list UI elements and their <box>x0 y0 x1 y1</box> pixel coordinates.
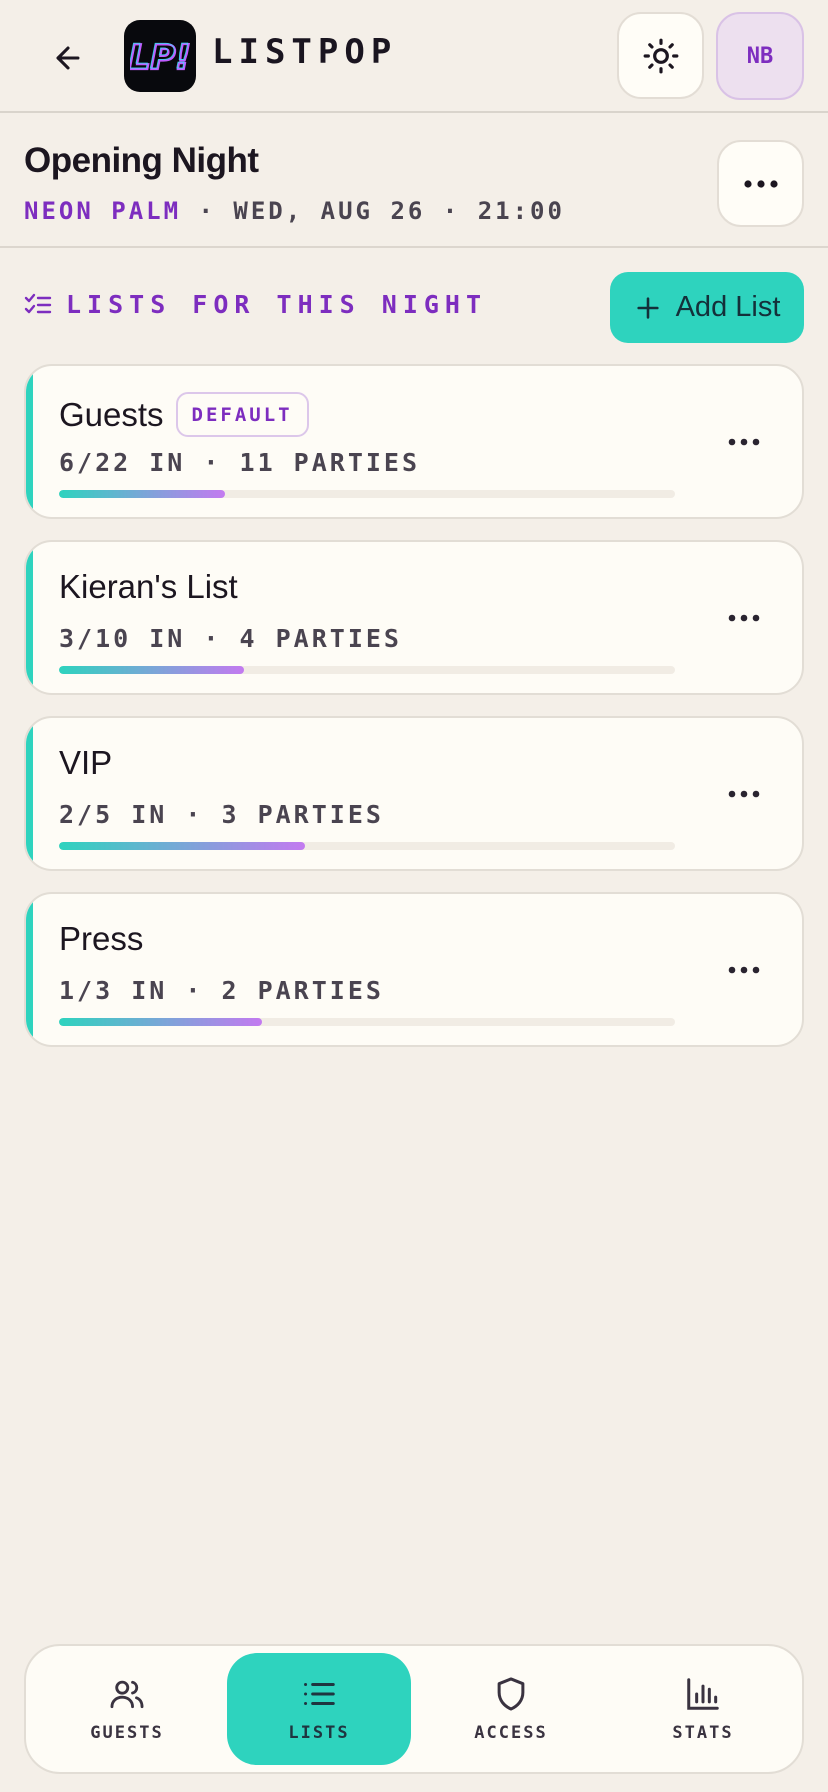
more-horizontal-icon <box>728 790 760 798</box>
sun-icon <box>643 38 678 73</box>
nav-tab-stats[interactable]: STATS <box>611 1653 795 1765</box>
event-venue: NEON PALM <box>24 197 182 225</box>
nav-label: GUESTS <box>90 1723 164 1743</box>
list-more-button[interactable] <box>722 772 766 816</box>
back-button[interactable] <box>40 30 96 86</box>
arrow-left-icon <box>56 46 80 70</box>
progress-bar <box>59 1018 675 1026</box>
list-name: Press <box>59 920 144 957</box>
list-more-button[interactable] <box>722 596 766 640</box>
theme-toggle-button[interactable] <box>617 12 704 99</box>
nav-label: LISTS <box>288 1723 350 1743</box>
bottom-nav: GUESTS LISTS ACCESS STATS <box>24 1644 804 1774</box>
plus-icon <box>634 294 662 322</box>
list-name: Guests <box>59 395 164 433</box>
checklist-icon <box>24 293 52 313</box>
add-list-label: Add List <box>675 291 781 323</box>
nav-tab-lists[interactable]: LISTS <box>227 1653 411 1765</box>
progress-fill <box>59 842 306 850</box>
user-avatar[interactable]: NB <box>716 12 804 100</box>
list-more-button[interactable] <box>722 948 766 992</box>
list-stats: 6/22 IN · 11 PARTIES <box>59 448 421 477</box>
event-meta: NEON PALM · WED, AUG 26 · 21:00 <box>24 197 565 225</box>
top-bar: LP! LP! LISTPOP NB <box>0 0 828 113</box>
card-accent <box>26 718 33 869</box>
nav-label: STATS <box>672 1723 734 1743</box>
list-card-kierans-list[interactable]: Kieran's List 3/10 IN · 4 PARTIES <box>24 540 804 695</box>
list-stats: 3/10 IN · 4 PARTIES <box>59 624 402 653</box>
list-stats: 1/3 IN · 2 PARTIES <box>59 976 384 1005</box>
progress-fill <box>59 490 226 498</box>
progress-bar <box>59 842 675 850</box>
list-name: Kieran's List <box>59 568 238 605</box>
card-accent <box>26 366 33 517</box>
event-datetime: · WED, AUG 26 · 21:00 <box>198 197 565 225</box>
more-horizontal-icon <box>728 966 760 974</box>
list-card-vip[interactable]: VIP 2/5 IN · 3 PARTIES <box>24 716 804 871</box>
more-horizontal-icon <box>728 614 760 622</box>
more-horizontal-icon <box>728 438 760 446</box>
progress-fill <box>59 666 244 674</box>
event-title: Opening Night <box>24 141 259 180</box>
list-card-press[interactable]: Press 1/3 IN · 2 PARTIES <box>24 892 804 1047</box>
progress-fill <box>59 1018 263 1026</box>
card-accent <box>26 894 33 1045</box>
list-name: VIP <box>59 744 113 781</box>
event-more-button[interactable] <box>717 140 804 227</box>
progress-bar <box>59 490 675 498</box>
card-accent <box>26 542 33 693</box>
list-icon <box>304 1682 335 1706</box>
svg-text:LP!: LP! <box>130 37 190 77</box>
progress-bar <box>59 666 675 674</box>
event-header: Opening Night NEON PALM · WED, AUG 26 · … <box>0 113 828 248</box>
users-icon <box>110 1680 144 1709</box>
bar-chart-icon <box>687 1678 719 1710</box>
section-title: LISTS FOR THIS NIGHT <box>66 290 488 319</box>
shield-icon <box>497 1677 525 1711</box>
list-more-button[interactable] <box>722 420 766 464</box>
list-stats: 2/5 IN · 3 PARTIES <box>59 800 384 829</box>
add-list-button[interactable]: Add List <box>610 272 804 343</box>
more-horizontal-icon <box>743 179 778 188</box>
app-logo: LP! LP! <box>124 20 196 92</box>
app-screen: LP! LP! LISTPOP NB Opening Night NEON PA… <box>0 0 828 1792</box>
section-heading: LISTS FOR THIS NIGHT <box>24 290 487 319</box>
nav-tab-access[interactable]: ACCESS <box>419 1653 603 1765</box>
nav-label: ACCESS <box>474 1723 548 1743</box>
nav-tab-guests[interactable]: GUESTS <box>35 1653 219 1765</box>
default-badge: DEFAULT <box>175 392 309 437</box>
list-card-guests[interactable]: Guests DEFAULT 6/22 IN · 11 PARTIES <box>24 364 804 519</box>
app-name: LISTPOP <box>212 32 398 72</box>
